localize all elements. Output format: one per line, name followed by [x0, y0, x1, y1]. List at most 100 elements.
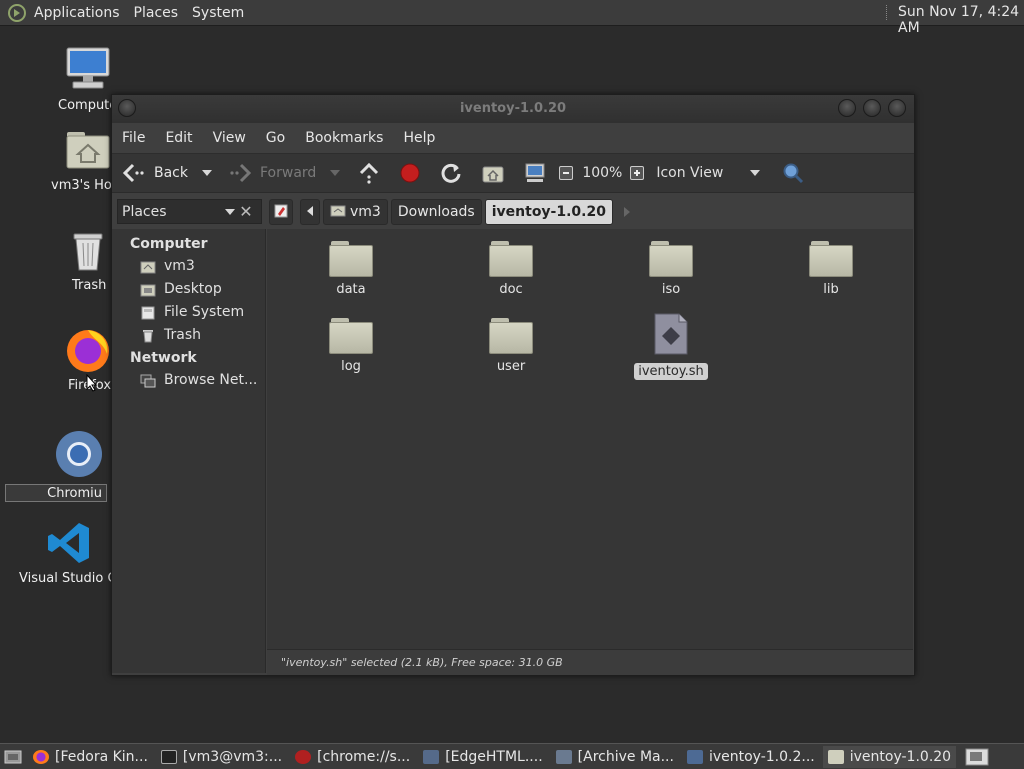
zoom-in-button[interactable] — [630, 166, 645, 180]
breadcrumb-current[interactable]: iventoy-1.0.20 — [484, 198, 613, 225]
chevron-left-icon — [307, 205, 313, 216]
up-arrow-icon[interactable] — [358, 162, 380, 184]
desktop-icon-label-editing[interactable]: Chromiu — [5, 484, 107, 502]
file-item-folder[interactable]: log — [306, 318, 396, 375]
forward-arrow-icon — [230, 163, 252, 183]
sidebar-item-vm3[interactable]: vm3 — [112, 255, 265, 278]
menu-go[interactable]: Go — [266, 130, 285, 146]
sidebar-item-desktop[interactable]: Desktop — [112, 278, 265, 301]
file-manager-window: iventoy-1.0.20 File Edit View Go Bookmar… — [111, 94, 915, 676]
window-menu-button[interactable] — [118, 99, 136, 117]
file-item-folder[interactable]: doc — [466, 241, 556, 298]
file-icon-view[interactable]: data doc iso lib log user iventoy.sh — [267, 229, 913, 649]
back-button[interactable]: Back — [122, 162, 188, 184]
taskbar-item[interactable]: [Archive Ma... — [551, 746, 679, 768]
menubar: File Edit View Go Bookmarks Help — [112, 123, 914, 153]
forward-history-dropdown[interactable] — [330, 170, 341, 176]
desktop-icon-label: Visual Studio Co — [19, 571, 125, 586]
sidebar-item-label: Browse Net... — [164, 372, 258, 388]
home-icon[interactable] — [481, 162, 505, 184]
taskbar-item[interactable]: [vm3@vm3:... — [156, 746, 287, 768]
workspace-switcher-icon[interactable] — [965, 748, 989, 766]
taskbar-item[interactable]: [Fedora Kin... — [28, 746, 153, 768]
taskbar-item-active[interactable]: iventoy-1.0.20 — [822, 745, 957, 768]
chromium-icon — [55, 431, 102, 477]
sidebar-item-label: Desktop — [164, 281, 222, 297]
file-name: data — [336, 282, 366, 297]
taskbar-item-label: iventoy-1.0.2... — [708, 748, 815, 765]
menu-bookmarks[interactable]: Bookmarks — [305, 130, 383, 146]
clock[interactable]: Sun Nov 17, 4:24 AM — [898, 4, 1024, 36]
taskbar-item-label: [Fedora Kin... — [55, 748, 148, 765]
home-folder-icon — [330, 205, 346, 216]
file-item-folder[interactable]: iso — [626, 241, 716, 298]
sidebar-item-trash[interactable]: Trash — [112, 324, 265, 347]
chevron-down-icon — [225, 209, 235, 215]
taskbar-item-label: [Archive Ma... — [577, 748, 674, 765]
back-history-dropdown[interactable] — [202, 170, 212, 176]
firefox-icon — [67, 330, 109, 372]
desktop-icon-vscode[interactable]: Visual Studio Co — [16, 520, 125, 586]
back-arrow-icon — [122, 163, 144, 183]
taskbar-item-label: [vm3@vm3:... — [182, 748, 283, 765]
file-item-folder[interactable]: user — [466, 318, 556, 375]
window-title: iventoy-1.0.20 — [459, 101, 567, 116]
folder-icon — [489, 318, 533, 354]
file-item-selected[interactable]: iventoy.sh — [626, 313, 716, 380]
desktop-icon-chromium[interactable]: Chromiu — [5, 428, 111, 502]
trash-icon — [143, 329, 153, 342]
file-item-folder[interactable]: data — [306, 241, 396, 298]
minimize-button[interactable] — [838, 99, 856, 117]
desktop-icon-label: vm3's Hor — [51, 178, 118, 193]
file-item-folder[interactable]: lib — [786, 241, 876, 298]
firefox-icon — [33, 749, 49, 764]
taskbar-item[interactable]: [chrome://s... — [290, 746, 415, 768]
search-icon[interactable] — [782, 162, 804, 184]
window-titlebar[interactable]: iventoy-1.0.20 — [112, 95, 914, 123]
applications-menu[interactable]: Applications — [34, 5, 120, 21]
breadcrumb-vm3[interactable]: vm3 — [323, 198, 388, 225]
menu-file[interactable]: File — [122, 130, 145, 146]
view-mode-dropdown[interactable] — [750, 170, 761, 176]
desktop-icon-label: Trash — [72, 278, 107, 293]
close-button[interactable] — [888, 99, 906, 117]
show-desktop-icon[interactable] — [4, 749, 22, 765]
file-name: lib — [823, 282, 839, 297]
desktop-icon-computer[interactable]: Compute — [48, 46, 128, 113]
close-sidebar-button[interactable]: ✕ — [235, 199, 257, 224]
maximize-button[interactable] — [863, 99, 881, 117]
menu-help[interactable]: Help — [403, 130, 435, 146]
edit-location-button[interactable] — [269, 198, 293, 225]
breadcrumb-scroll-left[interactable] — [300, 198, 320, 225]
home-folder-icon — [66, 132, 110, 169]
menu-view[interactable]: View — [213, 130, 246, 146]
forward-button[interactable]: Forward — [228, 162, 316, 184]
taskbar-item[interactable]: iventoy-1.0.2... — [682, 746, 820, 768]
sidebar-item-label: Trash — [164, 327, 201, 343]
file-name: log — [341, 359, 361, 374]
stop-icon[interactable] — [399, 162, 421, 184]
breadcrumb-label: vm3 — [350, 203, 381, 220]
breadcrumb-scroll-right[interactable] — [623, 206, 630, 217]
view-mode-select[interactable]: Icon View — [656, 165, 750, 181]
window-icon — [686, 749, 703, 764]
computer-location-icon[interactable] — [523, 162, 547, 184]
folder-icon — [489, 241, 533, 277]
distro-logo-icon[interactable] — [8, 3, 26, 22]
zoom-out-button[interactable] — [559, 166, 574, 180]
top-panel: Applications Places System Sun Nov 17, 4… — [0, 0, 1024, 36]
trash-icon — [73, 233, 103, 271]
reload-icon[interactable] — [440, 162, 462, 184]
taskbar-item[interactable]: [EdgeHTML.... — [418, 746, 547, 768]
places-menu[interactable]: Places — [134, 5, 179, 21]
panel-separator — [886, 5, 889, 20]
menu-edit[interactable]: Edit — [165, 130, 192, 146]
home-folder-icon — [140, 261, 156, 273]
sidebar-item-browse-network[interactable]: Browse Net... — [112, 369, 265, 392]
sidebar-item-file-system[interactable]: File System — [112, 301, 265, 324]
breadcrumb-downloads[interactable]: Downloads — [390, 198, 482, 225]
system-menu[interactable]: System — [192, 5, 244, 21]
file-name: user — [496, 359, 526, 374]
computer-icon — [66, 47, 110, 89]
app-icon — [423, 749, 440, 764]
